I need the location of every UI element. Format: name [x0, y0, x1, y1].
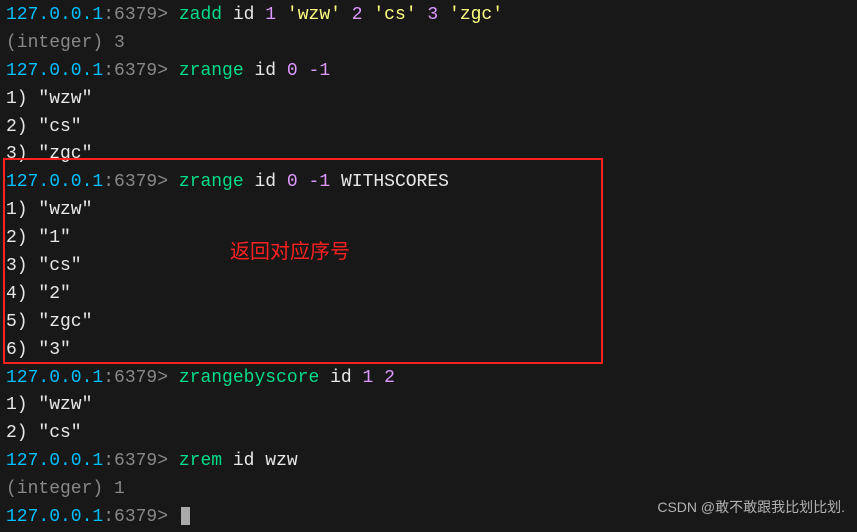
- output-line: 1) "wzw": [0, 392, 857, 420]
- arg: -1: [309, 172, 331, 192]
- output-line: 3) "zgc": [0, 141, 857, 169]
- key: id: [233, 451, 255, 471]
- port: :6379>: [103, 507, 168, 527]
- host: 127.0.0.1: [6, 5, 103, 25]
- terminal-line: 127.0.0.1:6379> zrangebyscore id 1 2: [0, 365, 857, 393]
- output-line: 1) "wzw": [0, 197, 857, 225]
- host: 127.0.0.1: [6, 368, 103, 388]
- arg: 2: [384, 368, 395, 388]
- key: id: [254, 172, 276, 192]
- command: zadd: [179, 5, 222, 25]
- arg: -1: [309, 61, 331, 81]
- output-line: 5) "zgc": [0, 309, 857, 337]
- arg: wzw: [265, 451, 297, 471]
- host: 127.0.0.1: [6, 61, 103, 81]
- member: 'zgc': [449, 5, 503, 25]
- score: 1: [265, 5, 276, 25]
- arg: 0: [287, 172, 298, 192]
- watermark: CSDN @敢不敢跟我比划比划.: [657, 497, 845, 519]
- host: 127.0.0.1: [6, 451, 103, 471]
- command: zrangebyscore: [179, 368, 319, 388]
- arg: 1: [363, 368, 374, 388]
- port: :6379>: [103, 5, 168, 25]
- output-line: 4) "2": [0, 281, 857, 309]
- member: 'wzw': [287, 5, 341, 25]
- terminal-line: 127.0.0.1:6379> zadd id 1 'wzw' 2 'cs' 3…: [0, 2, 857, 30]
- score: 3: [427, 5, 438, 25]
- key: id: [254, 61, 276, 81]
- terminal-line: 127.0.0.1:6379> zrange id 0 -1: [0, 58, 857, 86]
- output-line: (integer) 3: [0, 30, 857, 58]
- command: zrange: [179, 61, 244, 81]
- option: WITHSCORES: [341, 172, 449, 192]
- host: 127.0.0.1: [6, 172, 103, 192]
- key: id: [233, 5, 255, 25]
- output-line: 3) "cs": [0, 253, 857, 281]
- command: zrem: [179, 451, 222, 471]
- key: id: [330, 368, 352, 388]
- port: :6379>: [103, 61, 168, 81]
- port: :6379>: [103, 451, 168, 471]
- output-line: 2) "1": [0, 225, 857, 253]
- host: 127.0.0.1: [6, 507, 103, 527]
- output-line: 1) "wzw": [0, 86, 857, 114]
- port: :6379>: [103, 172, 168, 192]
- member: 'cs': [373, 5, 416, 25]
- port: :6379>: [103, 368, 168, 388]
- output-line: 2) "cs": [0, 420, 857, 448]
- command: zrange: [179, 172, 244, 192]
- cursor-icon: [181, 507, 190, 525]
- score: 2: [352, 5, 363, 25]
- output-line: 6) "3": [0, 337, 857, 365]
- output-line: 2) "cs": [0, 114, 857, 142]
- terminal-line: 127.0.0.1:6379> zrange id 0 -1 WITHSCORE…: [0, 169, 857, 197]
- terminal-line: 127.0.0.1:6379> zrem id wzw: [0, 448, 857, 476]
- arg: 0: [287, 61, 298, 81]
